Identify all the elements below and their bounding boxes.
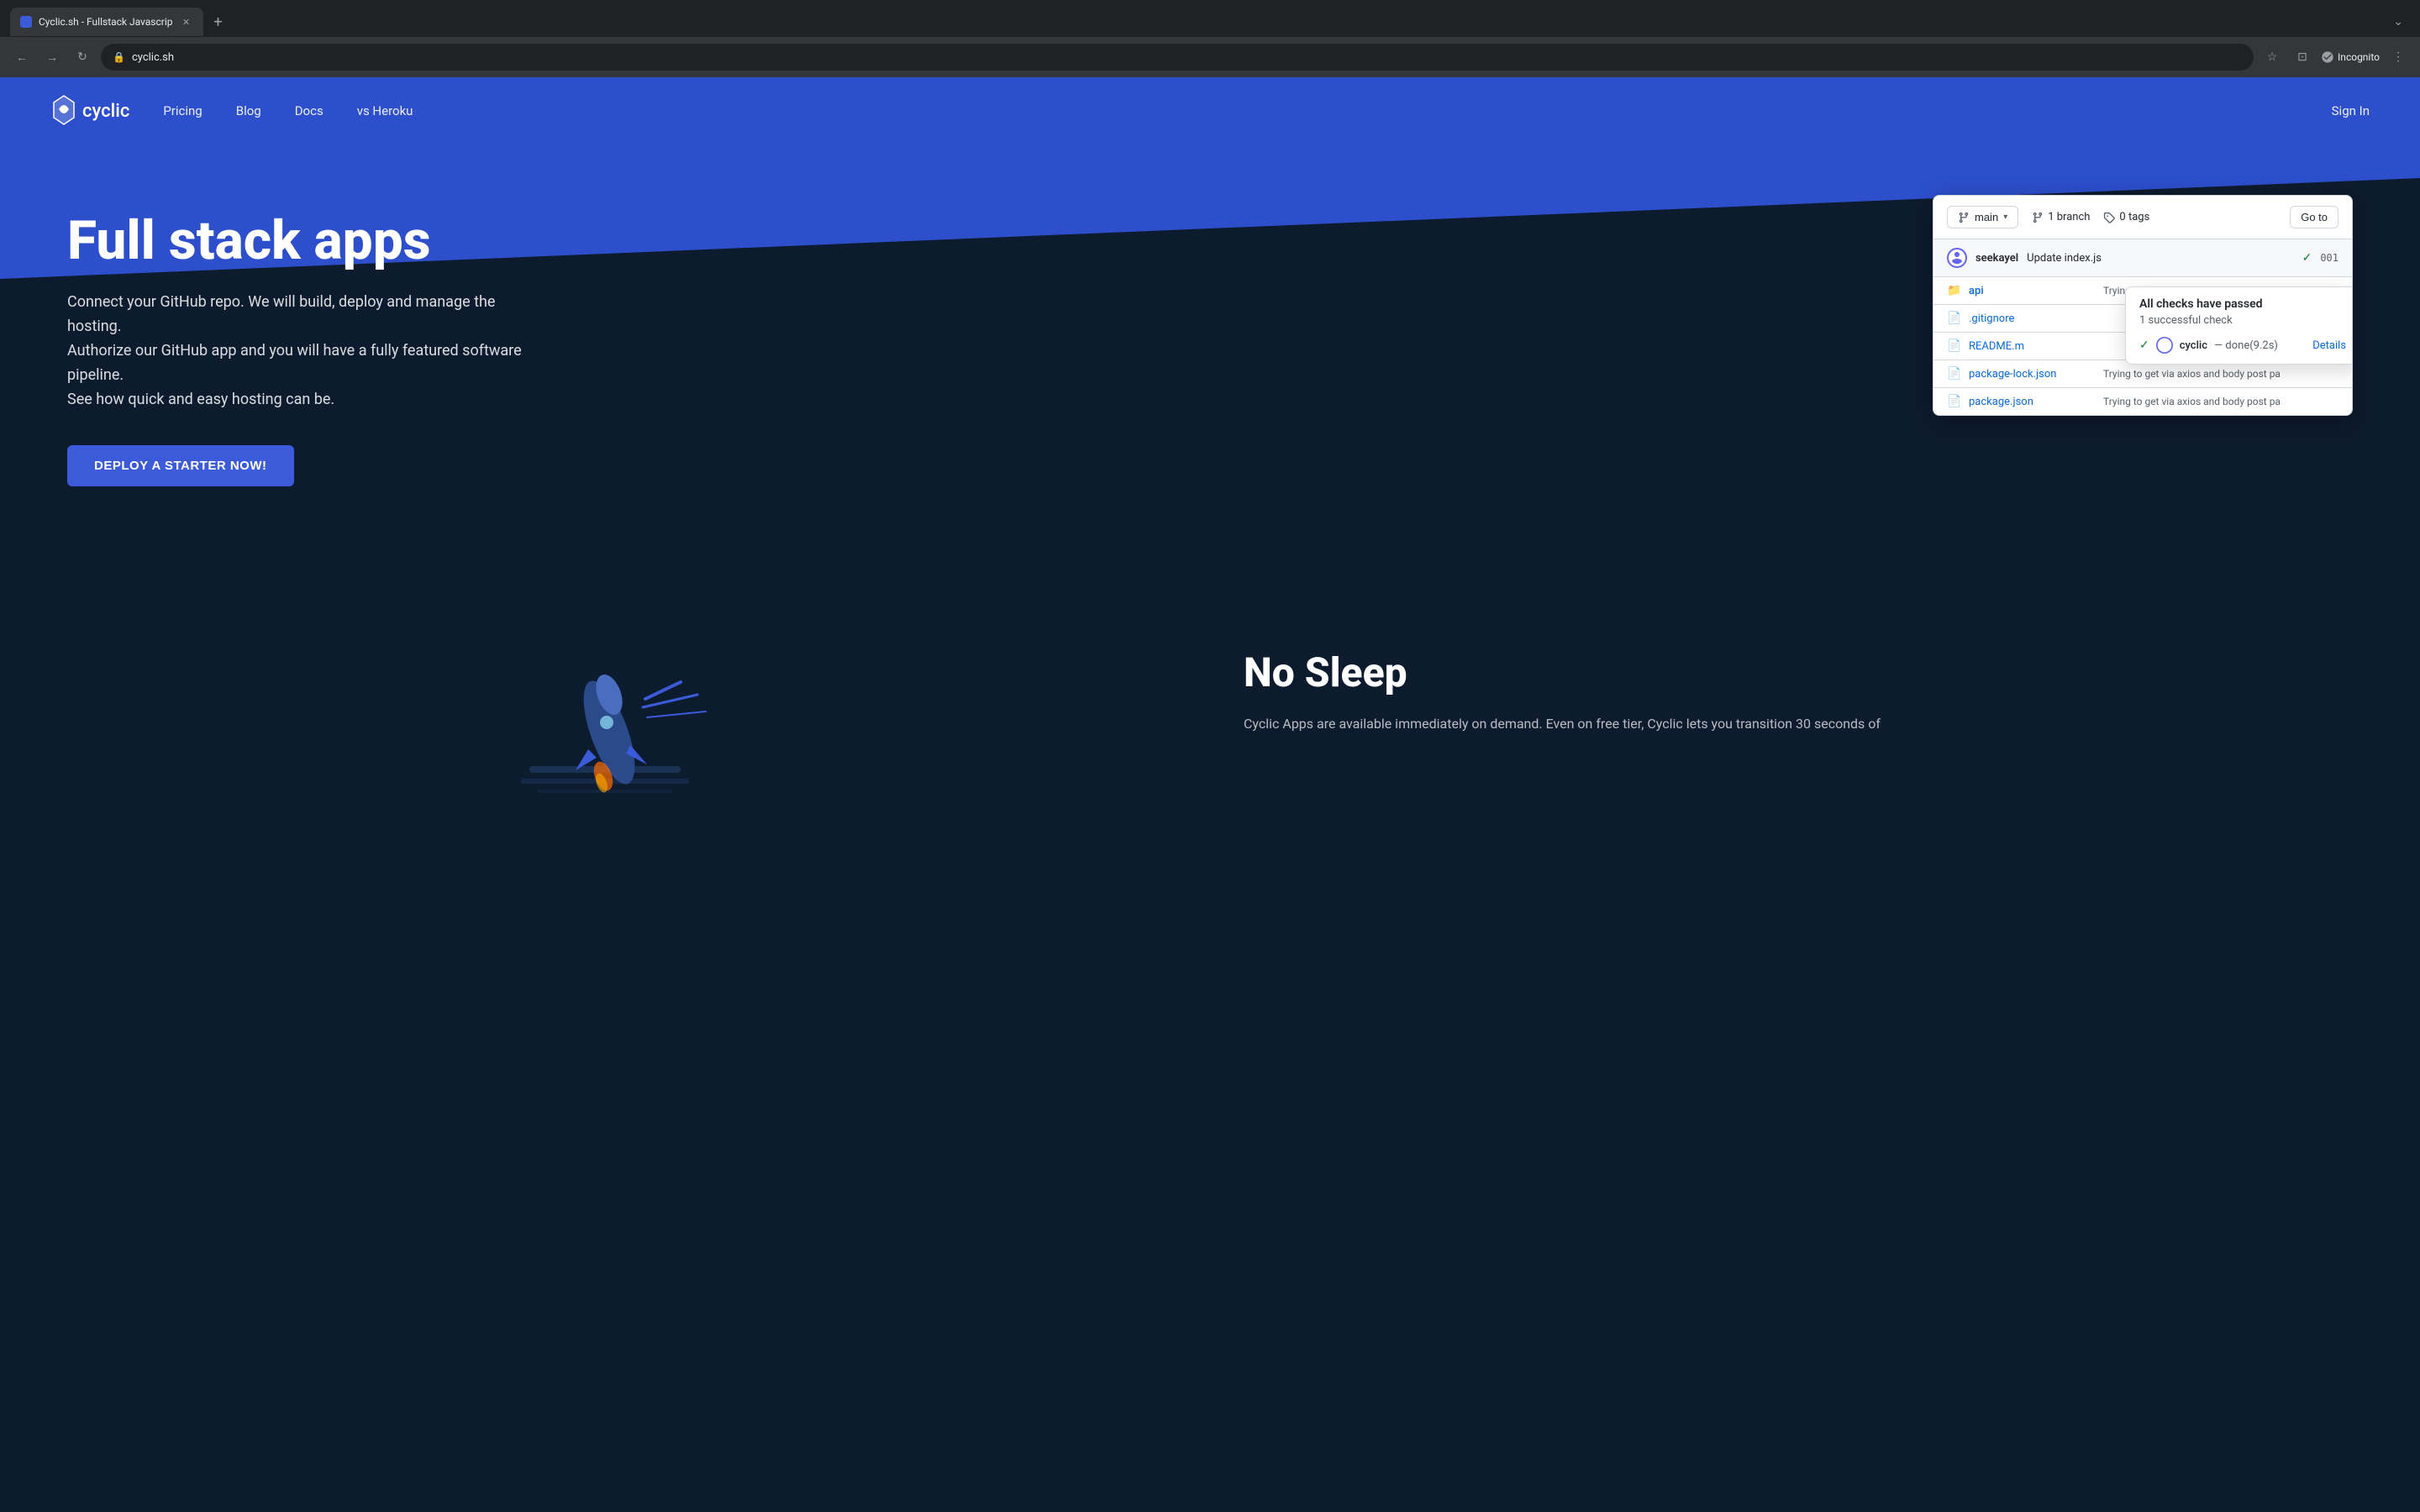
checks-popup-subtitle: 1 successful check bbox=[2139, 314, 2346, 327]
commit-username: seekayel bbox=[1975, 252, 2018, 265]
hero-content: Full stack apps Connect your GitHub repo… bbox=[0, 77, 2420, 537]
website: cyclic Pricing Blog Docs vs Heroku Sign … bbox=[0, 77, 2420, 884]
commit-hash: 001 bbox=[2320, 252, 2338, 264]
file-name[interactable]: package.json bbox=[1969, 396, 2095, 408]
check-app-avatar bbox=[2156, 337, 2173, 354]
forward-button[interactable]: → bbox=[40, 45, 64, 69]
tab-close-button[interactable]: ✕ bbox=[180, 15, 193, 29]
checks-item: ✓ cyclic — done(9.2s) Details bbox=[2139, 337, 2346, 354]
reload-button[interactable]: ↻ bbox=[71, 45, 94, 69]
file-icon: 📄 bbox=[1947, 339, 1960, 353]
logo-icon bbox=[50, 94, 77, 128]
sign-in-link[interactable]: Sign In bbox=[2332, 103, 2370, 118]
nav-blog[interactable]: Blog bbox=[236, 103, 261, 118]
incognito-badge: Incognito bbox=[2321, 50, 2380, 64]
commit-message: Update index.js bbox=[2027, 252, 2102, 265]
tag-count-label: 0 tags bbox=[2119, 211, 2149, 223]
file-name[interactable]: README.m bbox=[1969, 340, 2095, 353]
commit-row: seekayel Update index.js ✓ 001 All check… bbox=[1933, 239, 2352, 277]
checks-popup: All checks have passed 1 successful chec… bbox=[2125, 286, 2353, 365]
file-name[interactable]: package-lock.json bbox=[1969, 368, 2095, 381]
hero-title: Full stack apps bbox=[67, 212, 538, 270]
checks-popup-title: All checks have passed bbox=[2139, 297, 2346, 311]
file-commit-message: Trying to get via axios and body post pa bbox=[2103, 396, 2281, 407]
hero-text-block: Full stack apps Connect your GitHub repo… bbox=[67, 178, 538, 486]
branch-count[interactable]: 1 branch bbox=[2032, 211, 2090, 223]
hero-subtitle: Connect your GitHub repo. We will build,… bbox=[67, 291, 538, 412]
file-name[interactable]: api bbox=[1969, 285, 2095, 297]
active-tab[interactable]: Cyclic.sh - Fullstack Javascrip ✕ bbox=[10, 8, 203, 36]
file-row-package-json: 📄 package.json Trying to get via axios a… bbox=[1933, 388, 2352, 415]
bookmark-icon[interactable]: ☆ bbox=[2260, 45, 2284, 69]
branch-count-label: 1 branch bbox=[2048, 211, 2090, 223]
file-icon: 📄 bbox=[1947, 395, 1960, 408]
file-name[interactable]: .gitignore bbox=[1969, 312, 2095, 325]
hero-section: cyclic Pricing Blog Docs vs Heroku Sign … bbox=[0, 77, 2420, 581]
rocket-container bbox=[67, 648, 1176, 816]
check-details-link[interactable]: Details bbox=[2312, 339, 2346, 352]
git-branch-icon bbox=[1958, 212, 1970, 223]
browser-chrome: Cyclic.sh - Fullstack Javascrip ✕ + ⌄ ← … bbox=[0, 0, 2420, 77]
branch-chevron-icon: ▾ bbox=[2003, 213, 2007, 222]
no-sleep-title: No Sleep bbox=[1244, 648, 2353, 696]
no-sleep-section: No Sleep Cyclic Apps are available immed… bbox=[1244, 648, 2353, 735]
nav-pricing[interactable]: Pricing bbox=[163, 103, 202, 118]
hero-subtitle-line2: Authorize our GitHub app and you will ha… bbox=[67, 342, 522, 384]
nav-right-controls: ☆ ⊡ Incognito ⋮ bbox=[2260, 45, 2410, 69]
lock-icon: 🔒 bbox=[113, 51, 125, 63]
rocket-illustration bbox=[513, 648, 731, 816]
github-widget: main ▾ 1 branch 0 tags Go to bbox=[1933, 195, 2353, 416]
file-icon: 📄 bbox=[1947, 312, 1960, 325]
check-status: — done(9.2s) bbox=[2214, 339, 2278, 352]
no-sleep-text: Cyclic Apps are available immediately on… bbox=[1244, 713, 2353, 735]
file-icon: 📄 bbox=[1947, 367, 1960, 381]
hero-subtitle-line3: See how quick and easy hosting can be. bbox=[67, 391, 334, 408]
lower-section: No Sleep Cyclic Apps are available immed… bbox=[0, 581, 2420, 884]
address-bar[interactable]: 🔒 cyclic.sh bbox=[101, 44, 2254, 71]
nav-docs[interactable]: Docs bbox=[295, 103, 324, 118]
branches-icon bbox=[2032, 212, 2044, 223]
incognito-label: Incognito bbox=[2338, 51, 2380, 63]
github-widget-container: main ▾ 1 branch 0 tags Go to bbox=[571, 178, 2353, 416]
tab-title: Cyclic.sh - Fullstack Javascrip bbox=[39, 16, 173, 28]
main-nav: Pricing Blog Docs vs Heroku bbox=[163, 103, 413, 118]
branch-name: main bbox=[1975, 211, 1998, 223]
logo-link[interactable]: cyclic bbox=[50, 94, 129, 128]
hero-subtitle-line1: Connect your GitHub repo. We will build,… bbox=[67, 293, 495, 335]
tab-favicon bbox=[20, 16, 32, 28]
browser-nav-bar: ← → ↻ 🔒 cyclic.sh ☆ ⊡ Incognito ⋮ bbox=[0, 37, 2420, 77]
nav-vs-heroku[interactable]: vs Heroku bbox=[357, 103, 413, 118]
folder-icon: 📁 bbox=[1947, 284, 1960, 297]
tab-menu-icon[interactable]: ⌄ bbox=[2393, 15, 2410, 29]
file-commit-message: Trying to get via axios and body post pa bbox=[2103, 368, 2281, 380]
url-text: cyclic.sh bbox=[132, 51, 174, 64]
cta-button[interactable]: DEPLOY A STARTER NOW! bbox=[67, 445, 294, 486]
commit-check-icon[interactable]: ✓ bbox=[2302, 251, 2312, 265]
branch-selector-button[interactable]: main ▾ bbox=[1947, 206, 2018, 228]
go-to-button[interactable]: Go to bbox=[2290, 206, 2338, 228]
site-header: cyclic Pricing Blog Docs vs Heroku Sign … bbox=[0, 77, 2420, 144]
widget-header: main ▾ 1 branch 0 tags Go to bbox=[1933, 196, 2352, 239]
check-app-name: cyclic bbox=[2180, 339, 2207, 352]
tab-bar: Cyclic.sh - Fullstack Javascrip ✕ + ⌄ bbox=[0, 0, 2420, 37]
commit-user-avatar bbox=[1947, 248, 1967, 268]
tag-count[interactable]: 0 tags bbox=[2103, 211, 2149, 223]
chrome-menu-icon[interactable]: ⋮ bbox=[2386, 45, 2410, 69]
new-tab-button[interactable]: + bbox=[207, 10, 230, 34]
logo-text: cyclic bbox=[82, 101, 129, 122]
back-button[interactable]: ← bbox=[10, 45, 34, 69]
extension-icon[interactable]: ⊡ bbox=[2291, 45, 2314, 69]
tag-icon bbox=[2103, 212, 2115, 223]
check-success-icon: ✓ bbox=[2139, 339, 2149, 352]
